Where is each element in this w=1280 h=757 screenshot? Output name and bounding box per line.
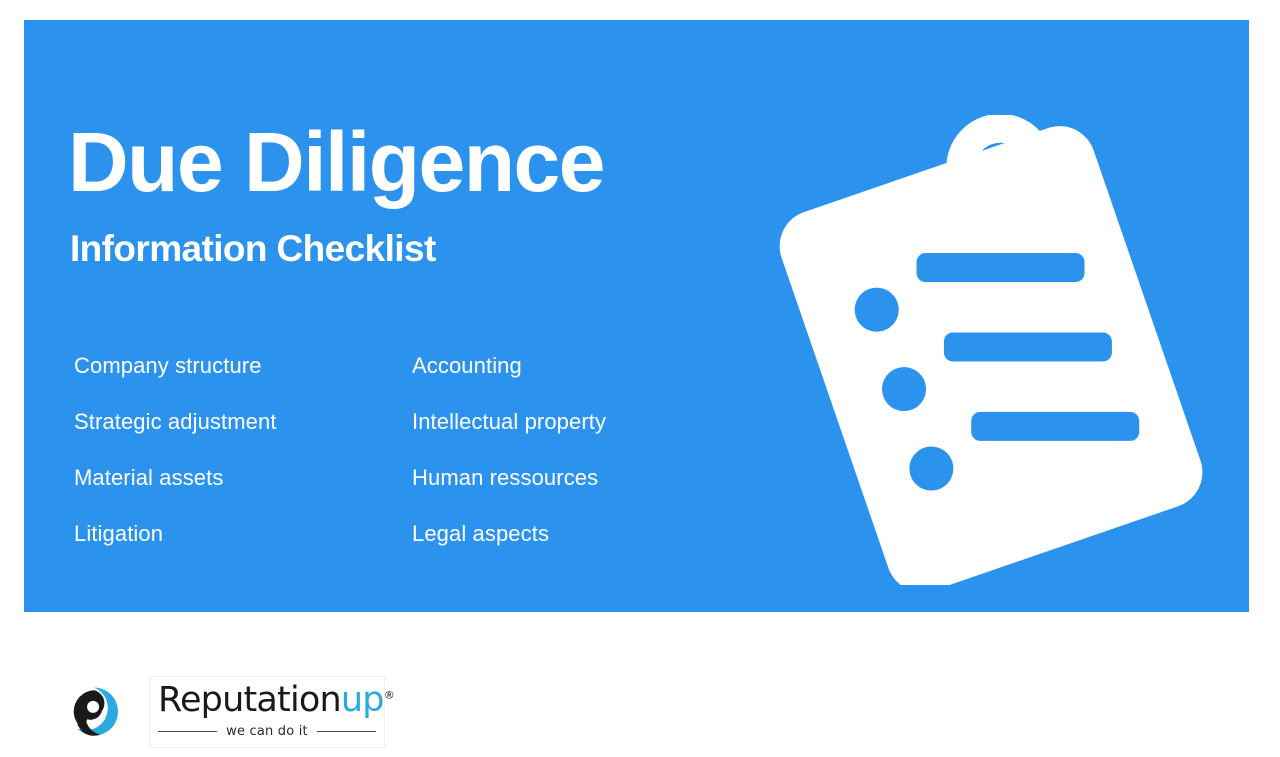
list-item: Litigation: [74, 521, 164, 546]
logo-wordmark-box: Reputationup® we can do it: [149, 676, 395, 748]
logo-tagline-row: we can do it: [158, 724, 377, 739]
hero-panel: Due Diligence Information Checklist Comp…: [24, 20, 1249, 612]
logo-wordmark: Reputationup®: [158, 683, 395, 718]
logo-word-main: Reputation: [158, 680, 342, 720]
title-block: Due Diligence Information Checklist: [68, 120, 768, 267]
logo-word-accent: up: [340, 680, 385, 720]
list-item: Intellectual property: [412, 409, 607, 434]
tagline-rule-right: [316, 731, 377, 732]
list-item: Accounting: [412, 353, 522, 378]
list-item: Legal aspects: [412, 521, 550, 546]
slide-canvas: Due Diligence Information Checklist Comp…: [0, 0, 1280, 757]
list-item: Human ressources: [412, 465, 599, 490]
reputationup-circle-mark-icon: [66, 682, 122, 742]
tagline-rule-left: [158, 731, 218, 732]
list-item: Strategic adjustment: [74, 409, 277, 434]
checklist-columns: Company structure Strategic adjustment M…: [74, 338, 734, 562]
checklist-column-right: Accounting Intellectual property Human r…: [412, 338, 732, 562]
clipboard-checklist-icon: [769, 115, 1239, 585]
registered-trademark-icon: ®: [383, 688, 395, 702]
footer-bar: Reputationup® we can do it: [0, 612, 1280, 757]
list-item: Company structure: [74, 353, 262, 378]
list-item: Material assets: [74, 465, 224, 490]
page-subtitle: Information Checklist: [70, 228, 436, 269]
checklist-column-left: Company structure Strategic adjustment M…: [74, 338, 412, 562]
logo-tagline: we can do it: [226, 724, 308, 739]
brand-logo[interactable]: Reputationup® we can do it: [66, 676, 395, 748]
page-title: Due Diligence: [68, 115, 605, 209]
